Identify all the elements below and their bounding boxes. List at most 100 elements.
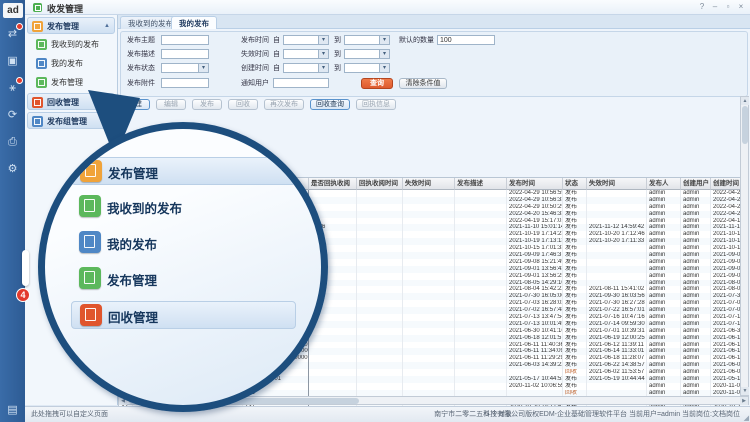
desc-input[interactable] <box>161 49 209 59</box>
table-cell <box>403 335 455 342</box>
table-cell <box>455 369 507 376</box>
notify-user-input[interactable] <box>273 78 329 88</box>
table-cell <box>455 197 507 204</box>
table-cell <box>455 211 507 218</box>
table-cell: admin <box>681 218 711 225</box>
column-header[interactable]: 发布时间 <box>507 178 563 190</box>
minimize-button[interactable]: – <box>709 2 721 12</box>
table-cell: admin <box>647 280 681 287</box>
pubtime-to-select[interactable] <box>344 35 390 45</box>
table-cell: 2021-08-04 <box>711 286 740 293</box>
table-cell: 发布 <box>563 328 587 335</box>
table-cell: 发布 <box>563 280 587 287</box>
callout-menu-item-2[interactable]: 我的发布 <box>71 229 296 257</box>
help-button[interactable]: ? <box>696 2 708 12</box>
attach-input[interactable] <box>161 78 209 88</box>
maximize-button[interactable]: ▫ <box>722 2 734 12</box>
table-cell: admin <box>681 266 711 273</box>
table-cell: admin <box>681 369 711 376</box>
column-header[interactable]: 回执收阅时间 <box>357 178 403 190</box>
table-cell <box>455 321 507 328</box>
to-label-2: 到 <box>334 49 341 60</box>
table-cell: 2021-10-19 <box>711 238 740 245</box>
table-cell: admin <box>647 376 681 383</box>
table-cell <box>455 218 507 225</box>
vertical-scroll-thumb[interactable] <box>742 106 748 144</box>
column-header[interactable]: 发布人 <box>647 178 681 190</box>
table-cell: 2021-06-14 11:33:01 <box>587 348 647 355</box>
table-cell: admin <box>647 259 681 266</box>
subject-input[interactable] <box>161 35 209 45</box>
table-cell: 2021-10-19 17:14:23 <box>507 231 563 238</box>
table-cell: admin <box>647 197 681 204</box>
column-header[interactable]: 状态 <box>563 178 587 190</box>
callout-item-label: 发布管理 <box>107 270 157 289</box>
column-header[interactable]: 发布描述 <box>455 178 507 190</box>
default-count-input[interactable]: 100 <box>437 35 495 45</box>
callout-menu-item-1[interactable]: 我收到的发布 <box>71 193 296 221</box>
callout-menu-item-4[interactable]: 回收管理 <box>71 301 296 329</box>
table-cell: admin <box>647 273 681 280</box>
table-cell: 2021-09-08 <box>711 259 740 266</box>
callout-menu-item-0[interactable]: 发布管理 <box>71 157 296 185</box>
table-cell <box>357 314 403 321</box>
table-cell <box>357 280 403 287</box>
table-cell <box>309 348 357 355</box>
column-header[interactable]: 失效时间 <box>403 178 455 190</box>
table-cell: 2021-10-19 <box>711 231 740 238</box>
table-cell: 发布 <box>563 252 587 259</box>
table-cell: 发布 <box>563 211 587 218</box>
table-cell: 2022-04-29 10:50:29 <box>507 204 563 211</box>
column-header[interactable]: 创建时间 <box>711 178 740 190</box>
table-cell: 发布 <box>563 218 587 225</box>
table-cell: 2021-07-22 16:57:01 <box>587 307 647 314</box>
column-header[interactable]: 是否回执收阅 <box>309 178 357 190</box>
table-cell: 2021-07-30 <box>711 293 740 300</box>
invalidtime-to-select[interactable] <box>344 49 390 59</box>
column-header[interactable]: 创建用户 <box>681 178 711 190</box>
table-cell: 2021-09-01 13:56:43 <box>507 266 563 273</box>
menu-item-icon <box>80 160 102 182</box>
pubtime-from-select[interactable] <box>283 35 329 45</box>
table-cell <box>403 300 455 307</box>
table-cell <box>357 218 403 225</box>
table-cell: admin <box>681 259 711 266</box>
scroll-down-icon[interactable]: ▼ <box>741 387 749 395</box>
vertical-scrollbar[interactable]: ▲ ▼ <box>740 96 749 396</box>
panel-handle[interactable] <box>22 250 29 286</box>
scroll-up-icon[interactable]: ▲ <box>741 97 749 105</box>
query-button[interactable]: 查询 <box>361 78 393 89</box>
table-cell: 2022-04-19 <box>711 218 740 225</box>
createtime-from-select[interactable] <box>283 63 329 73</box>
table-cell: 2022-04-20 15:46:33 <box>507 211 563 218</box>
to-label-1: 到 <box>334 35 341 46</box>
table-cell: admin <box>647 266 681 273</box>
callout-menu-item-3[interactable]: 发布管理 <box>71 265 296 293</box>
column-header[interactable]: 失效时间 <box>587 178 647 190</box>
grid-icon[interactable]: ▤ <box>0 400 25 420</box>
invalidtime-from-select[interactable] <box>283 49 329 59</box>
table-cell: admin <box>681 335 711 342</box>
from-label-2: 自 <box>273 49 280 60</box>
createtime-to-select[interactable] <box>344 63 390 73</box>
table-cell: 2021-08-05 <box>711 280 740 287</box>
table-cell <box>357 197 403 204</box>
table-cell: 发布 <box>563 293 587 300</box>
table-cell <box>587 280 647 287</box>
table-cell <box>357 245 403 252</box>
table-cell: 发布 <box>563 190 587 197</box>
close-button[interactable]: × <box>735 2 747 12</box>
status-select[interactable] <box>161 63 209 73</box>
scroll-right-icon[interactable]: ▶ <box>740 397 748 405</box>
table-cell <box>455 362 507 369</box>
table-cell <box>587 204 647 211</box>
tab-my-publications[interactable]: 我的发布 <box>171 16 217 29</box>
table-cell: admin <box>681 245 711 252</box>
table-cell <box>357 286 403 293</box>
table-cell: admin <box>681 307 711 314</box>
table-cell <box>587 383 647 390</box>
table-cell <box>455 335 507 342</box>
table-cell: 2021-06-03 <box>711 362 740 369</box>
clear-conditions-button[interactable]: 清除条件值 <box>399 78 447 89</box>
table-cell <box>403 218 455 225</box>
